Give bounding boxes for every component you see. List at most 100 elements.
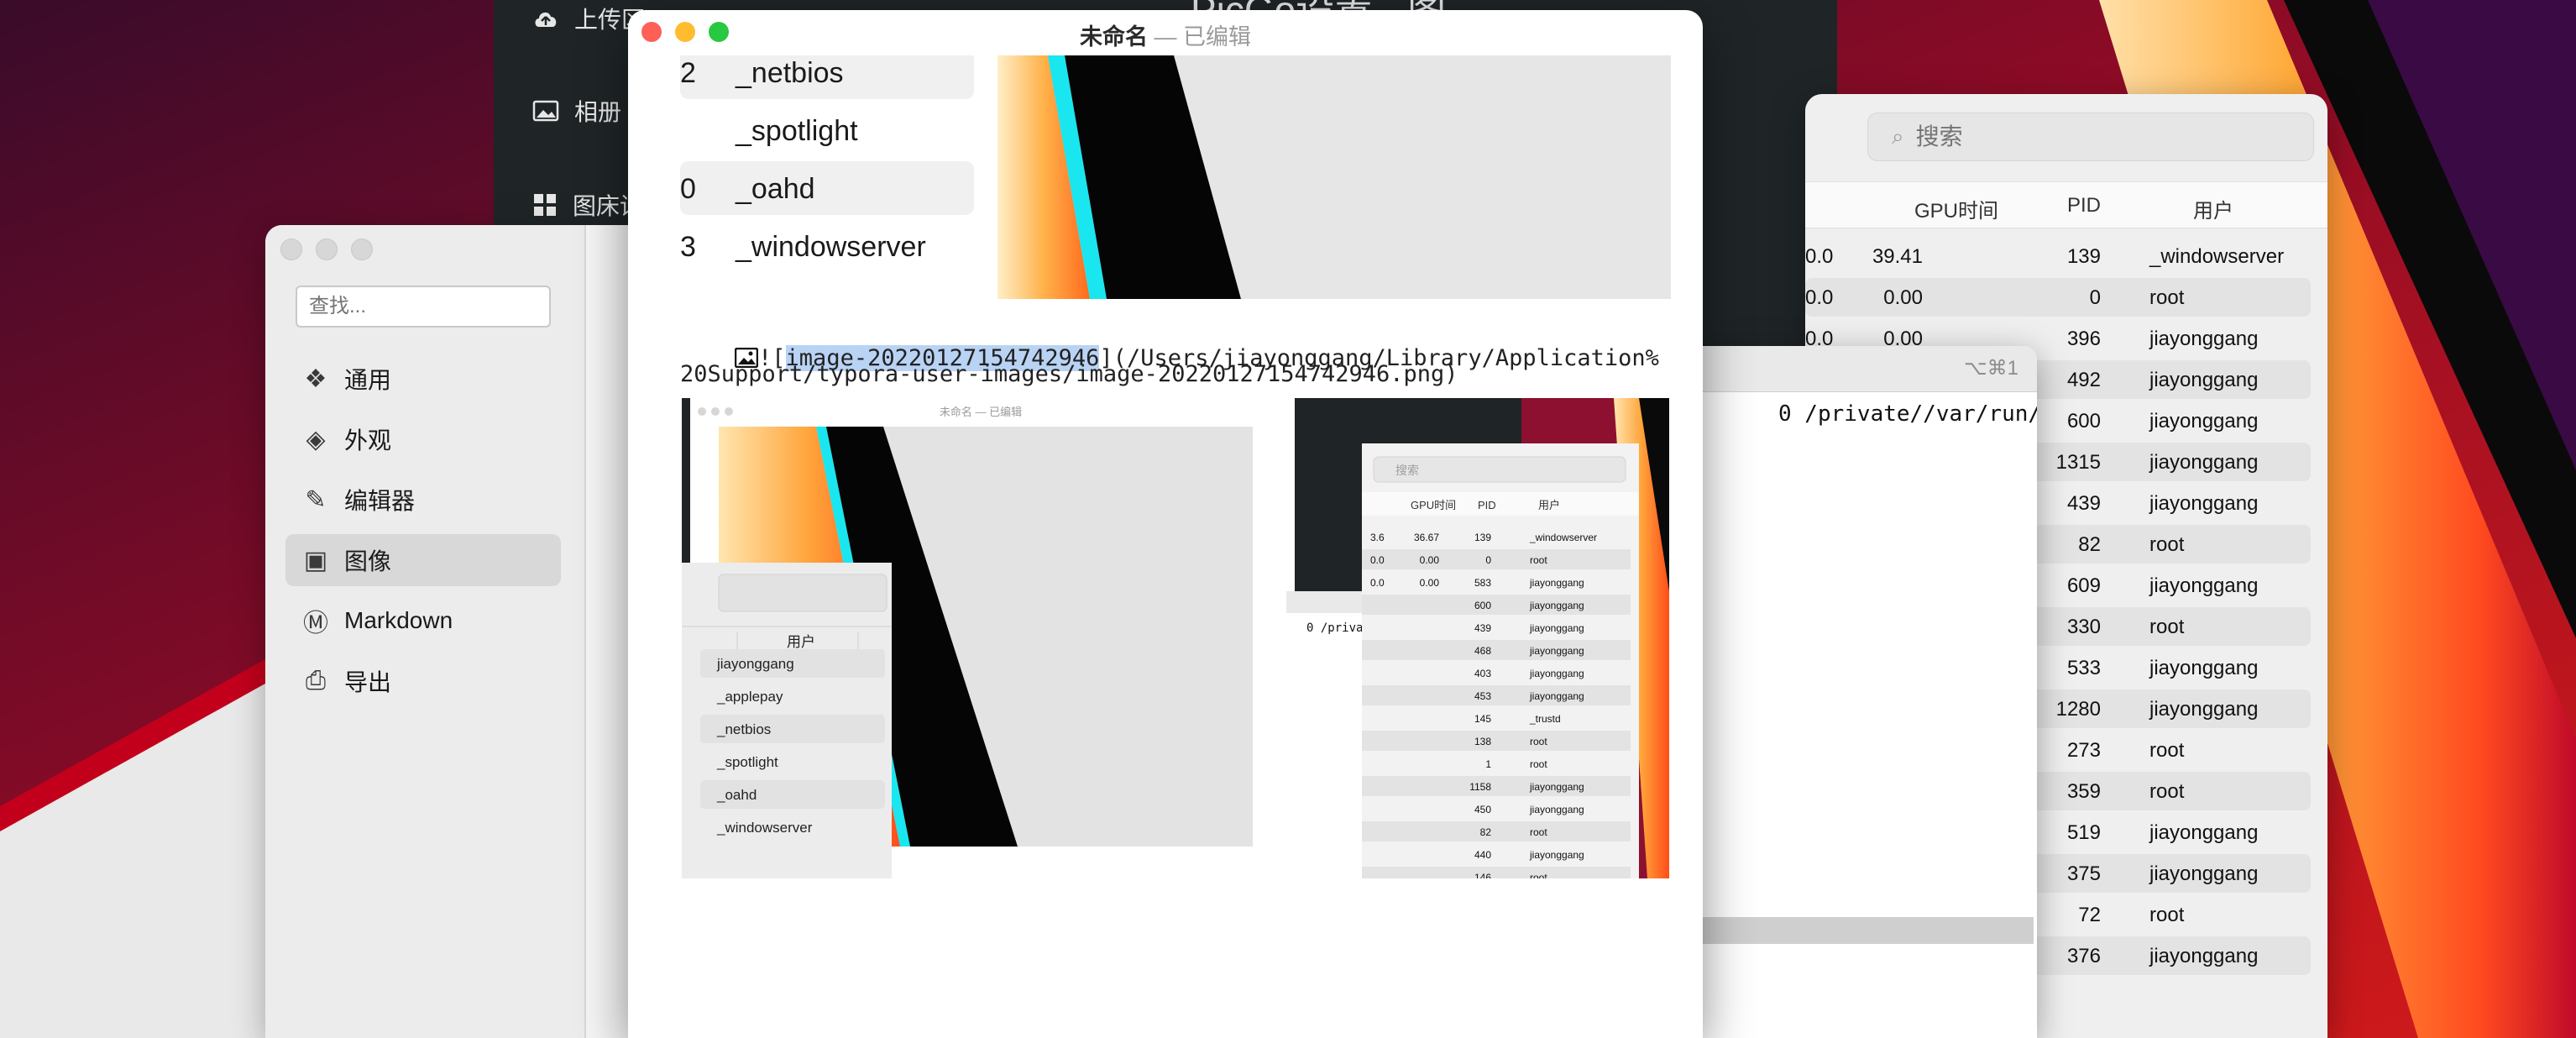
cell-user: jiayonggang — [2149, 698, 2259, 721]
zoom-button[interactable] — [351, 239, 373, 260]
nested-cell-u: jiayonggang — [1529, 804, 1584, 815]
nested-cell-p: 145 — [1474, 713, 1491, 725]
process-row[interactable]: 2 _netbios — [680, 55, 974, 99]
nested-cell-u: jiayonggang — [1529, 690, 1584, 702]
cell-pid: 600 — [2066, 410, 2101, 432]
nested-list-item: _applepay — [716, 689, 783, 705]
cell-user: jiayonggang — [2149, 862, 2259, 885]
nested-list-item: _spotlight — [716, 754, 778, 770]
nested-cell-u: root — [1530, 736, 1547, 747]
nested-list-item: _oahd — [716, 787, 757, 803]
activity-search-input[interactable] — [1914, 123, 2270, 151]
cell-user: jiayonggang — [2149, 821, 2259, 844]
cell-user: jiayonggang — [2149, 451, 2259, 474]
pencil-icon: ✎ — [305, 485, 327, 514]
nested-cell-p: 146 — [1474, 872, 1491, 878]
sidebar-item-1[interactable]: ◈ 外观 — [285, 413, 561, 465]
sidebar-item-2[interactable]: ✎ 编辑器 — [285, 474, 561, 526]
cell-user: root — [2149, 780, 2185, 803]
nested-column-gpu: GPU时间 — [1411, 499, 1456, 511]
paint-bucket-icon: ◈ — [306, 425, 326, 453]
window-controls — [280, 239, 373, 260]
nested-cell-u: root — [1530, 826, 1547, 838]
nested-cell-g: 0.00 — [1420, 554, 1440, 566]
terminal-output: 0 /private//var/run/s — [1778, 401, 2037, 427]
cell-gpu: 0.00 — [1883, 286, 1923, 309]
cell-pid: 1315 — [2055, 451, 2101, 474]
picgo-nav-label: 相册 — [574, 99, 622, 125]
cell-pid: 396 — [2066, 328, 2101, 350]
terminal-scrollbar[interactable] — [1694, 917, 2034, 944]
nested-row-bg — [1362, 685, 1631, 705]
window-title: 未命名 — 已编辑 — [628, 18, 1703, 51]
cell-pid: 519 — [2066, 821, 2101, 844]
nested-search-placeholder: 搜索 — [1395, 464, 1419, 477]
column-gpu-time[interactable]: GPU时间 — [1914, 194, 1998, 223]
cell-pid: 375 — [2066, 862, 2101, 885]
process-number: 2 — [680, 57, 696, 89]
process-row[interactable]: 0 _oahd — [680, 161, 974, 215]
column-pid[interactable]: PID — [2067, 194, 2101, 218]
cell-pid: 492 — [2066, 369, 2101, 391]
activity-search[interactable]: ⌕ — [1867, 113, 2314, 161]
nested-cell-u: jiayonggang — [1529, 849, 1584, 861]
wallpaper-image — [997, 55, 1671, 299]
cell-user: jiayonggang — [2149, 410, 2259, 432]
cell-user: root — [2149, 616, 2185, 638]
typora-window: 未命名 — 已编辑 2 _netbios _spotlight 0 _oahd 3 _win… — [628, 10, 1703, 1038]
sidebar-item-label: 图像 — [344, 548, 392, 574]
typora-titlebar: 未命名 — 已编辑 — [628, 10, 1703, 55]
nested-cell-p: 583 — [1474, 577, 1491, 589]
grid-icon — [534, 194, 556, 216]
picgo-nav-settings[interactable]: 图床设 — [532, 188, 643, 222]
grid-icon: ❖ — [304, 364, 327, 393]
nested-cell-u: jiayonggang — [1529, 600, 1584, 611]
nested-cell-p: 139 — [1474, 532, 1491, 543]
title-separator: — — [1147, 24, 1183, 50]
markdown-icon: Ⓜ — [303, 610, 328, 637]
process-row[interactable]: _spotlight — [680, 103, 974, 157]
picgo-nav-album[interactable]: 相册 — [532, 94, 621, 128]
sidebar-item-3[interactable]: ▣ 图像 — [285, 534, 561, 586]
cell-pid: 609 — [2066, 574, 2101, 597]
cell-user: root — [2149, 739, 2185, 762]
nested-cell-u: _trustd — [1529, 713, 1561, 725]
close-button[interactable] — [280, 239, 302, 260]
column-user[interactable]: 用户 — [2193, 194, 2233, 223]
nested-cell-p: 138 — [1474, 736, 1491, 747]
edited-status: 已编辑 — [1183, 24, 1251, 50]
nested-cell-u: root — [1530, 554, 1547, 566]
nested-cell-p: 0 — [1485, 554, 1491, 566]
sidebar-item-5[interactable]: ⎙ 导出 — [285, 655, 561, 707]
minimize-button[interactable] — [316, 239, 338, 260]
embedded-screenshot[interactable]: 未命名 — 已编辑 用户 jiayonggang _applepay _netbio… — [682, 398, 1669, 878]
cell-cpu: 0.0 — [1805, 245, 1834, 268]
nested-list-item: _netbios — [716, 721, 771, 737]
nested-cell-a: 0.0 — [1370, 554, 1385, 566]
process-row[interactable]: 3 _windowserver — [680, 219, 974, 273]
process-name: _netbios — [736, 57, 844, 89]
table-row[interactable]: 0.0 0.00 0 root — [1805, 278, 2311, 317]
sidebar-item-4[interactable]: Ⓜ Markdown — [285, 595, 561, 647]
nested-cell-g: 36.67 — [1414, 532, 1439, 543]
nested-cell-p: 1 — [1485, 758, 1491, 770]
table-row[interactable]: 0.0 39.41 139 _windowserver — [1805, 237, 2311, 275]
nested-cell-u: jiayonggang — [1529, 622, 1584, 634]
nested-row-bg — [1362, 731, 1631, 751]
cell-pid: 330 — [2066, 616, 2101, 638]
nested-cell-p: 1158 — [1469, 781, 1491, 793]
cell-user: jiayonggang — [2149, 492, 2259, 515]
sidebar-item-label: Markdown — [344, 607, 453, 633]
sidebar-item-0[interactable]: ❖ 通用 — [285, 353, 561, 405]
nested-column-pid: PID — [1478, 499, 1496, 511]
nested-window-title: 未命名 — 已编辑 — [940, 406, 1022, 418]
nested-list-item: jiayonggang — [716, 656, 794, 672]
process-name: _spotlight — [736, 115, 858, 147]
nested-cell-u: jiayonggang — [1529, 781, 1584, 793]
cell-pid: 533 — [2066, 657, 2101, 679]
search-icon: ⌕ — [1892, 123, 1904, 149]
cell-user: jiayonggang — [2149, 657, 2259, 679]
nested-cell-u: jiayonggang — [1529, 645, 1584, 657]
nested-cell-u: root — [1530, 758, 1547, 770]
preferences-search-input[interactable] — [296, 286, 551, 328]
